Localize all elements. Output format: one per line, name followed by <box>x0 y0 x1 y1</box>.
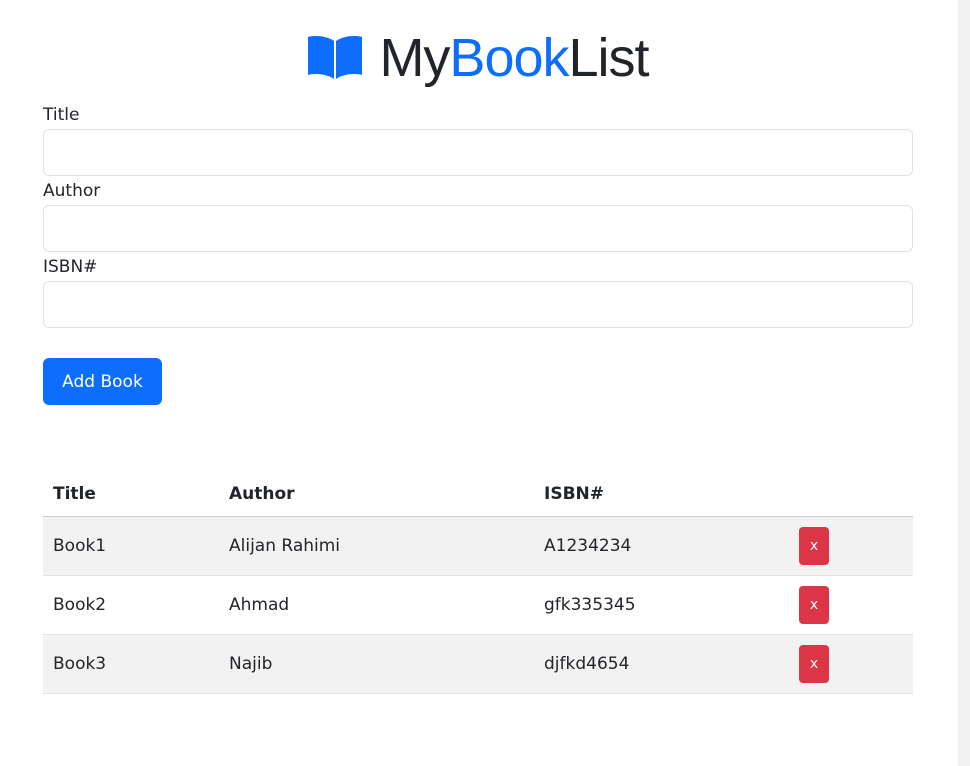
cell-title: Book3 <box>43 634 219 694</box>
cell-title: Book2 <box>43 575 219 635</box>
app-header: My Book List <box>43 0 913 100</box>
page-scrollbar[interactable] <box>958 0 970 766</box>
isbn-label: ISBN# <box>43 257 98 277</box>
table-row: Book3 Najib djfkd4654 x <box>43 634 913 694</box>
author-input[interactable] <box>43 205 913 252</box>
table-row: Book2 Ahmad gfk335345 x <box>43 575 913 635</box>
book-open-icon <box>307 35 363 81</box>
app-title: My Book List <box>307 28 650 88</box>
cell-actions: x <box>786 516 913 576</box>
cell-actions: x <box>786 634 913 694</box>
title-input[interactable] <box>43 129 913 176</box>
table-row: Book1 Alijan Rahimi A1234234 x <box>43 516 913 576</box>
cell-author: Ahmad <box>219 575 534 635</box>
cell-isbn: djfkd4654 <box>534 634 786 694</box>
title-part-book: Book <box>449 28 569 88</box>
add-book-button[interactable]: Add Book <box>43 358 162 405</box>
isbn-input[interactable] <box>43 281 913 328</box>
title-part-my: My <box>379 28 450 88</box>
author-form-group: Author <box>43 179 913 252</box>
column-header-isbn: ISBN# <box>534 473 786 517</box>
cell-title: Book1 <box>43 516 219 576</box>
table-header-row: Title Author ISBN# <box>43 473 913 517</box>
isbn-form-group: ISBN# <box>43 255 913 328</box>
cell-actions: x <box>786 575 913 635</box>
column-header-author: Author <box>219 473 534 517</box>
title-label: Title <box>43 105 80 125</box>
main-container: My Book List Title Author ISBN# Add Book T… <box>43 0 913 694</box>
title-form-group: Title <box>43 103 913 176</box>
column-header-actions <box>786 473 913 517</box>
cell-isbn: A1234234 <box>534 516 786 576</box>
author-label: Author <box>43 181 101 201</box>
column-header-title: Title <box>43 473 219 517</box>
book-table-head: Title Author ISBN# <box>43 473 913 517</box>
cell-isbn: gfk335345 <box>534 575 786 635</box>
delete-book-button[interactable]: x <box>799 644 829 683</box>
delete-book-button[interactable]: x <box>799 526 829 565</box>
cell-author: Alijan Rahimi <box>219 516 534 576</box>
delete-book-button[interactable]: x <box>799 585 829 624</box>
book-table: Title Author ISBN# Book1 Alijan Rahimi A… <box>43 473 913 694</box>
title-part-list: List <box>568 28 650 88</box>
book-form: Title Author ISBN# Add Book <box>43 103 913 405</box>
book-list: Book1 Alijan Rahimi A1234234 x Book2 Ahm… <box>43 516 913 694</box>
cell-author: Najib <box>219 634 534 694</box>
